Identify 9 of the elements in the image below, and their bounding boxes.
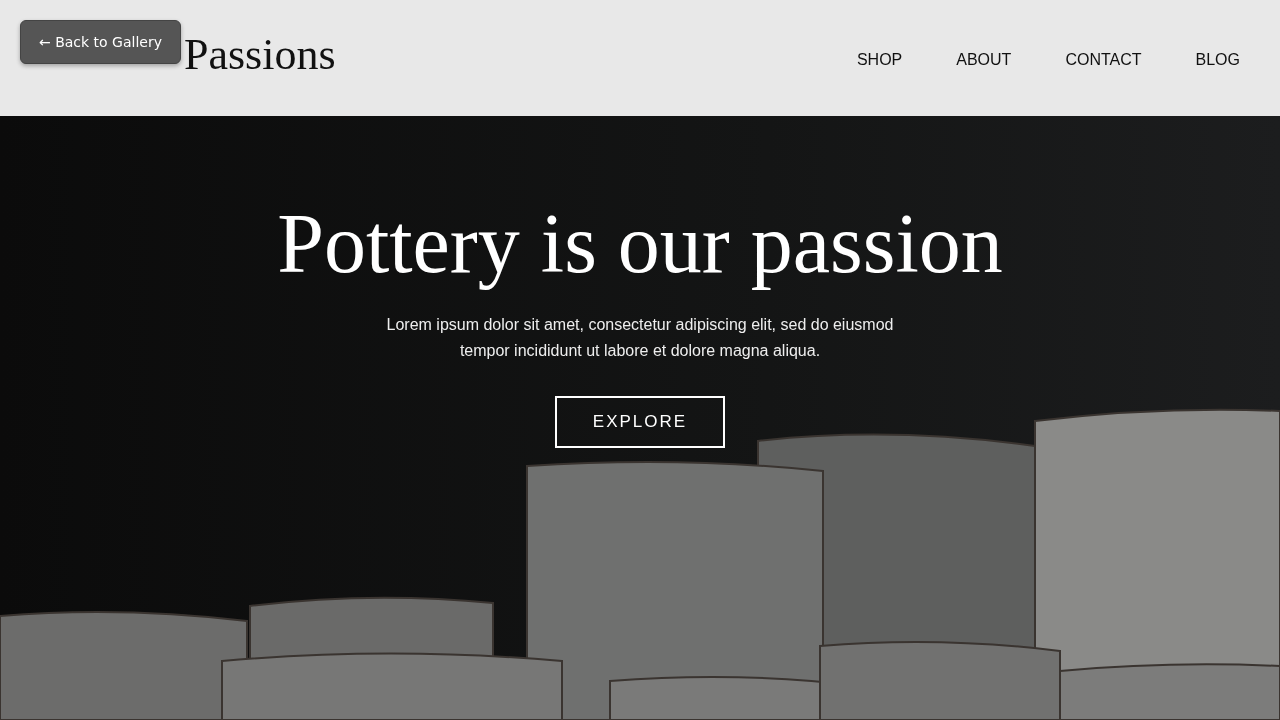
nav-link[interactable]: SHOP <box>856 51 903 69</box>
back-to-gallery-button[interactable]: ← Back to Gallery <box>20 20 181 64</box>
site-logo[interactable]: Passions <box>184 28 336 80</box>
hero-title: Pottery is our passion <box>277 196 1003 292</box>
hero-description: Lorem ipsum dolor sit amet, consectetur adipiscing elit, sed do eiusmod tempor incididunt ut labore et dolore magna aliqua. <box>385 315 895 361</box>
nav-link[interactable]: CONTACT <box>1065 51 1142 69</box>
nav-link[interactable]: BLOG <box>1195 51 1240 69</box>
nav-link[interactable]: ABOUT <box>956 51 1012 69</box>
explore-button[interactable]: EXPLORE <box>555 396 725 448</box>
